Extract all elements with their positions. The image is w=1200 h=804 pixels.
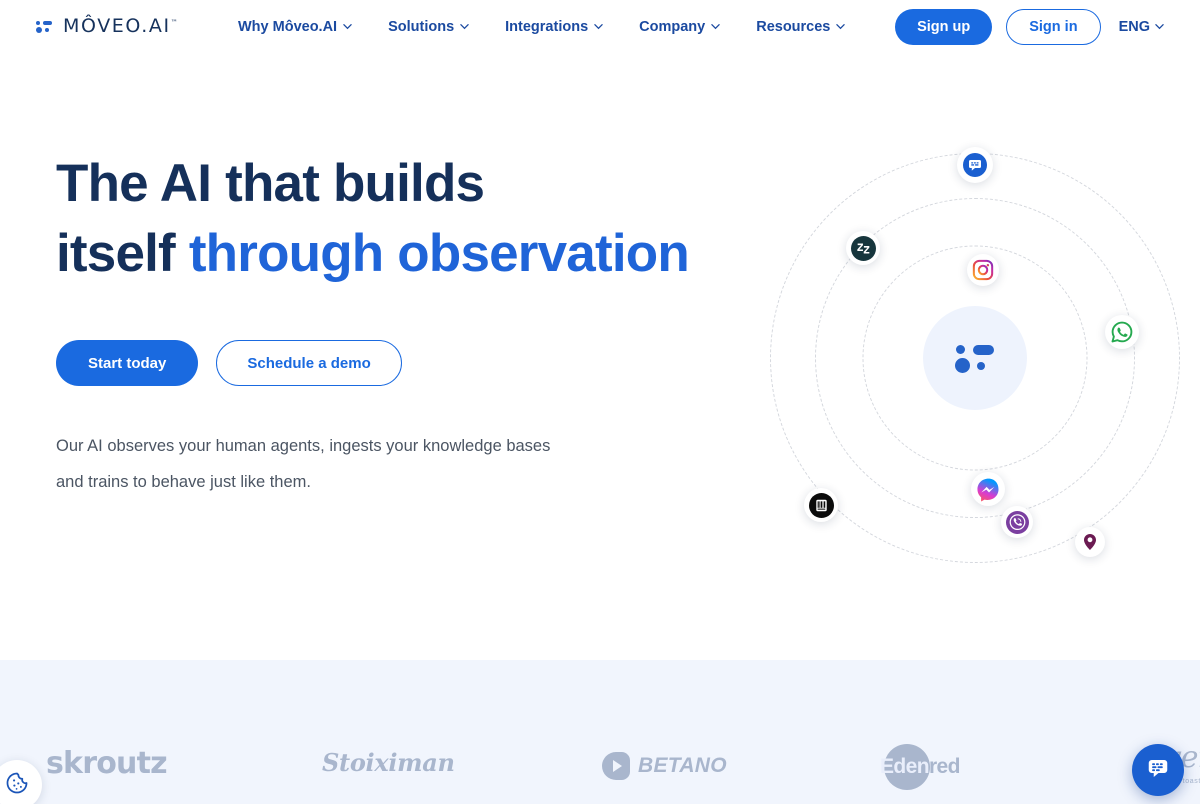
location-pin-icon[interactable] bbox=[1075, 527, 1105, 557]
chat-bubble-icon bbox=[1143, 753, 1173, 788]
landing-page: MÔVEO.AI™ Why Môveo.AI Solutions Integra… bbox=[0, 0, 1200, 804]
nav-label: Company bbox=[639, 19, 706, 35]
client-label: skroutz bbox=[46, 746, 168, 781]
viber-icon[interactable] bbox=[1001, 506, 1033, 538]
language-selector[interactable]: ENG bbox=[1119, 19, 1164, 35]
sign-in-button[interactable]: Sign in bbox=[1006, 9, 1101, 45]
chevron-down-icon bbox=[1155, 22, 1164, 31]
hero-subcopy: Our AI observes your human agents, inges… bbox=[56, 428, 656, 500]
barcode-icon[interactable] bbox=[804, 488, 838, 522]
headline-line-1: The AI that builds bbox=[56, 154, 485, 213]
headline-line-2-plain: itself bbox=[56, 224, 189, 283]
start-today-button[interactable]: Start today bbox=[56, 340, 199, 386]
nav-label: Integrations bbox=[505, 19, 589, 35]
betano-mark-icon bbox=[602, 752, 630, 780]
subcopy-line-1: Our AI observes your human agents, inges… bbox=[56, 437, 551, 455]
client-logo-stoiximan: Stoiximan bbox=[322, 748, 455, 777]
client-logos-row: skroutz Stoiximan BETANO Edenred everest… bbox=[0, 660, 1200, 804]
schedule-demo-button[interactable]: Schedule a demo bbox=[216, 340, 402, 386]
page-title: The AI that builds itself through observ… bbox=[56, 149, 746, 289]
hero-cta-row: Start today Schedule a demo bbox=[56, 340, 746, 386]
nav-label: Solutions bbox=[388, 19, 455, 35]
brand-logo[interactable]: MÔVEO.AI™ bbox=[36, 15, 178, 37]
nav-label: Resources bbox=[756, 19, 831, 35]
chevron-down-icon bbox=[836, 22, 846, 31]
headline-line-2-accent: through observation bbox=[188, 224, 690, 283]
client-logos-strip: skroutz Stoiximan BETANO Edenred everest… bbox=[0, 660, 1200, 804]
site-header: MÔVEO.AI™ Why Môveo.AI Solutions Integra… bbox=[0, 0, 1200, 54]
instagram-icon[interactable] bbox=[967, 254, 999, 286]
client-label-b: red bbox=[928, 755, 960, 778]
chevron-down-icon bbox=[594, 22, 603, 31]
nav-item-solutions[interactable]: Solutions bbox=[388, 19, 469, 35]
integrations-orbit-graphic bbox=[745, 128, 1200, 588]
chevron-down-icon bbox=[343, 22, 352, 31]
chevron-down-icon bbox=[711, 22, 720, 31]
nav-item-resources[interactable]: Resources bbox=[756, 19, 846, 35]
cookie-icon bbox=[4, 770, 30, 801]
language-label: ENG bbox=[1118, 19, 1150, 35]
brand-name: MÔVEO.AI™ bbox=[63, 15, 178, 37]
client-logo-edenred: Edenred bbox=[878, 740, 960, 794]
client-logo-betano: BETANO bbox=[602, 752, 727, 780]
moveo-logo-mark-icon bbox=[923, 306, 1027, 410]
client-label-a: Eden bbox=[880, 755, 930, 778]
nav-item-integrations[interactable]: Integrations bbox=[505, 19, 603, 35]
nav-item-why-moveo[interactable]: Why Môveo.AI bbox=[238, 19, 352, 35]
main-navigation: Why Môveo.AI Solutions Integrations Comp… bbox=[238, 0, 846, 54]
client-label: BETANO bbox=[638, 754, 727, 777]
nav-item-company[interactable]: Company bbox=[639, 19, 720, 35]
hero-section: The AI that builds itself through observ… bbox=[0, 54, 1200, 660]
messenger-icon[interactable] bbox=[971, 472, 1005, 506]
nav-label: Why Môveo.AI bbox=[238, 19, 338, 35]
header-actions: Sign up Sign in ENG bbox=[895, 0, 1164, 54]
client-logo-skroutz: skroutz bbox=[46, 746, 168, 781]
zendesk-icon[interactable] bbox=[846, 231, 880, 265]
moveo-chat-icon[interactable] bbox=[957, 147, 993, 183]
moveo-dots-icon bbox=[36, 19, 54, 33]
hero-copy: The AI that builds itself through observ… bbox=[56, 149, 746, 500]
chat-widget-button[interactable] bbox=[1132, 744, 1184, 796]
trademark-mark: ™ bbox=[170, 18, 178, 27]
whatsapp-icon[interactable] bbox=[1105, 315, 1139, 349]
chevron-down-icon bbox=[460, 22, 469, 31]
sign-up-button[interactable]: Sign up bbox=[895, 9, 993, 45]
subcopy-line-2: and trains to behave just like them. bbox=[56, 473, 311, 491]
client-label: Stoiximan bbox=[322, 748, 455, 777]
